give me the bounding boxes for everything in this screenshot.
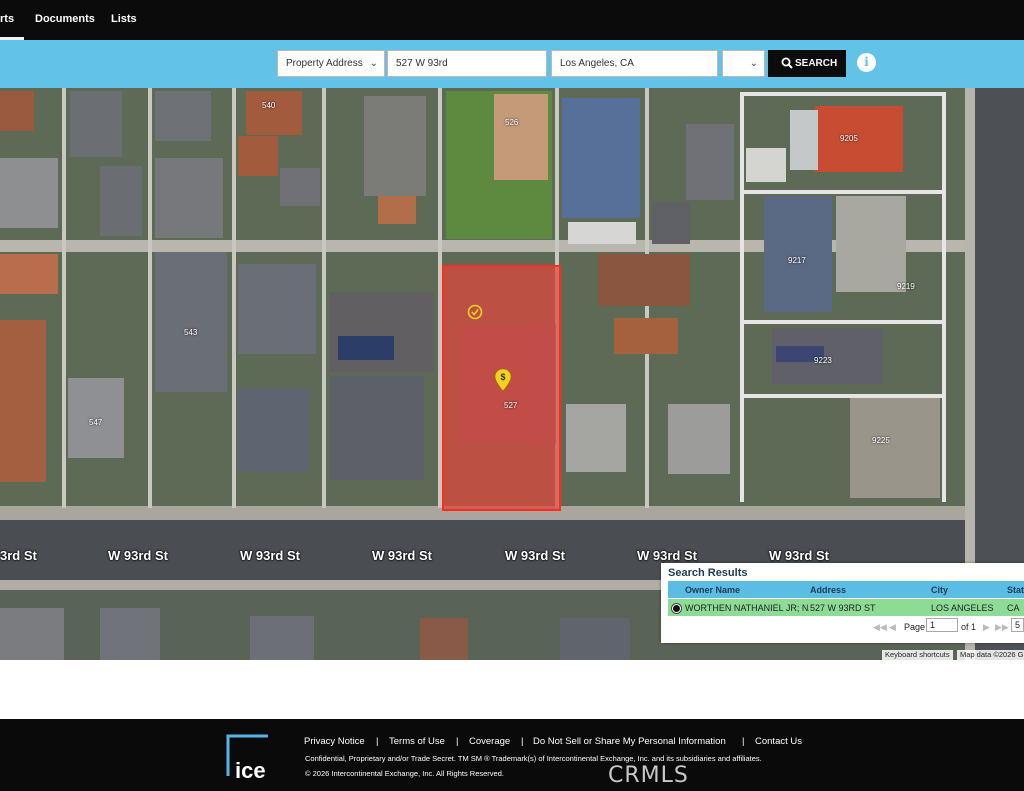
link-separator: | xyxy=(376,736,379,747)
search-results-title: Search Results xyxy=(668,567,748,579)
prev-page-icon[interactable]: ◀ xyxy=(889,622,896,633)
state-select[interactable]: ⌄ xyxy=(722,50,765,77)
top-navigation: rts Documents Lists xyxy=(0,0,1024,40)
link-separator: | xyxy=(521,736,524,747)
address-cell: 527 W 93RD ST xyxy=(810,603,876,613)
tab-documents[interactable]: Documents xyxy=(35,13,95,25)
page-size-select[interactable]: 5 xyxy=(1011,618,1024,632)
house-number-label: 9217 xyxy=(788,256,806,265)
terms-of-use-link[interactable]: Terms of Use xyxy=(389,736,445,747)
house-number-label: 9223 xyxy=(814,356,832,365)
results-table-header: Owner Name Address City State xyxy=(668,581,1024,598)
checkmark-pin-icon[interactable] xyxy=(467,304,483,322)
street-label: 3rd St xyxy=(0,548,37,563)
legal-notice: Confidential, Proprietary and/or Trade S… xyxy=(305,754,762,763)
house-number-label: 547 xyxy=(89,418,103,427)
chevron-down-icon: ⌄ xyxy=(749,58,758,69)
map-data-attribution[interactable]: Map data ©2026 G xyxy=(957,650,1024,660)
house-number-label: 9205 xyxy=(840,134,858,143)
coverage-link[interactable]: Coverage xyxy=(469,736,510,747)
owner-name-cell: WORTHEN NATHANIEL JR; NAT xyxy=(685,603,809,613)
address-input[interactable]: 527 W 93rd xyxy=(387,50,547,77)
page-number-input[interactable]: 1 xyxy=(926,618,958,632)
last-page-icon[interactable]: ▶▶ xyxy=(995,622,1009,633)
ice-logo: ice xyxy=(224,732,272,784)
tab-reports[interactable]: rts xyxy=(0,13,14,25)
keyboard-shortcuts-link[interactable]: Keyboard shortcuts xyxy=(882,650,953,660)
column-header-city[interactable]: City xyxy=(931,585,948,595)
page-count-label: of 1 xyxy=(961,622,977,632)
ice-logo-text: ice xyxy=(235,758,266,783)
search-type-select[interactable]: Property Address ⌄ xyxy=(277,50,385,77)
house-number-label: 527 xyxy=(504,401,518,410)
footer: ice Privacy Notice | Terms of Use | Cove… xyxy=(0,719,1024,791)
row-select-radio[interactable] xyxy=(672,604,681,613)
search-icon xyxy=(781,57,793,69)
page-label: Page xyxy=(904,622,926,632)
crmls-watermark: CRMLS xyxy=(608,763,689,788)
do-not-sell-link[interactable]: Do Not Sell or Share My Personal Informa… xyxy=(533,736,726,747)
privacy-notice-link[interactable]: Privacy Notice xyxy=(304,736,365,747)
contact-us-link[interactable]: Contact Us xyxy=(755,736,802,747)
street-label: W 93rd St xyxy=(505,548,565,563)
street-label: W 93rd St xyxy=(769,548,829,563)
house-number-label: 543 xyxy=(184,328,198,337)
house-number-label: 540 xyxy=(262,101,276,110)
copyright-notice: © 2026 Intercontinental Exchange, Inc. A… xyxy=(305,769,504,778)
column-header-state[interactable]: State xyxy=(1007,585,1024,595)
dollar-pin-icon[interactable]: $ xyxy=(494,368,512,392)
svg-text:$: $ xyxy=(500,372,505,382)
tab-lists[interactable]: Lists xyxy=(111,13,137,25)
table-row[interactable]: WORTHEN NATHANIEL JR; NAT 527 W 93RD ST … xyxy=(668,599,1024,616)
street-label: W 93rd St xyxy=(240,548,300,563)
link-separator: | xyxy=(456,736,459,747)
search-type-value: Property Address xyxy=(286,58,363,69)
next-page-icon[interactable]: ▶ xyxy=(983,622,990,633)
search-results-panel: Search Results Owner Name Address City S… xyxy=(661,563,1024,643)
results-pager: ◀◀ ◀ Page 1 of 1 ▶ ▶▶ 5 xyxy=(661,618,1024,636)
city-input[interactable]: Los Angeles, CA xyxy=(551,50,718,77)
street-label: W 93rd St xyxy=(372,548,432,563)
house-number-label: 9225 xyxy=(872,436,890,445)
chevron-down-icon: ⌄ xyxy=(369,58,378,69)
street-label: W 93rd St xyxy=(637,548,697,563)
column-header-owner[interactable]: Owner Name xyxy=(685,585,740,595)
first-page-icon[interactable]: ◀◀ xyxy=(873,622,887,633)
search-button[interactable]: SEARCH xyxy=(768,50,846,77)
house-number-label: 526 xyxy=(505,118,519,127)
column-header-address[interactable]: Address xyxy=(810,585,846,595)
info-icon[interactable]: i xyxy=(857,53,876,72)
search-button-label: SEARCH xyxy=(795,58,838,69)
state-cell: CA xyxy=(1007,603,1020,613)
street-label: W 93rd St xyxy=(108,548,168,563)
city-cell: LOS ANGELES xyxy=(931,603,994,613)
house-number-label: 9219 xyxy=(897,282,915,291)
link-separator: | xyxy=(742,736,745,747)
